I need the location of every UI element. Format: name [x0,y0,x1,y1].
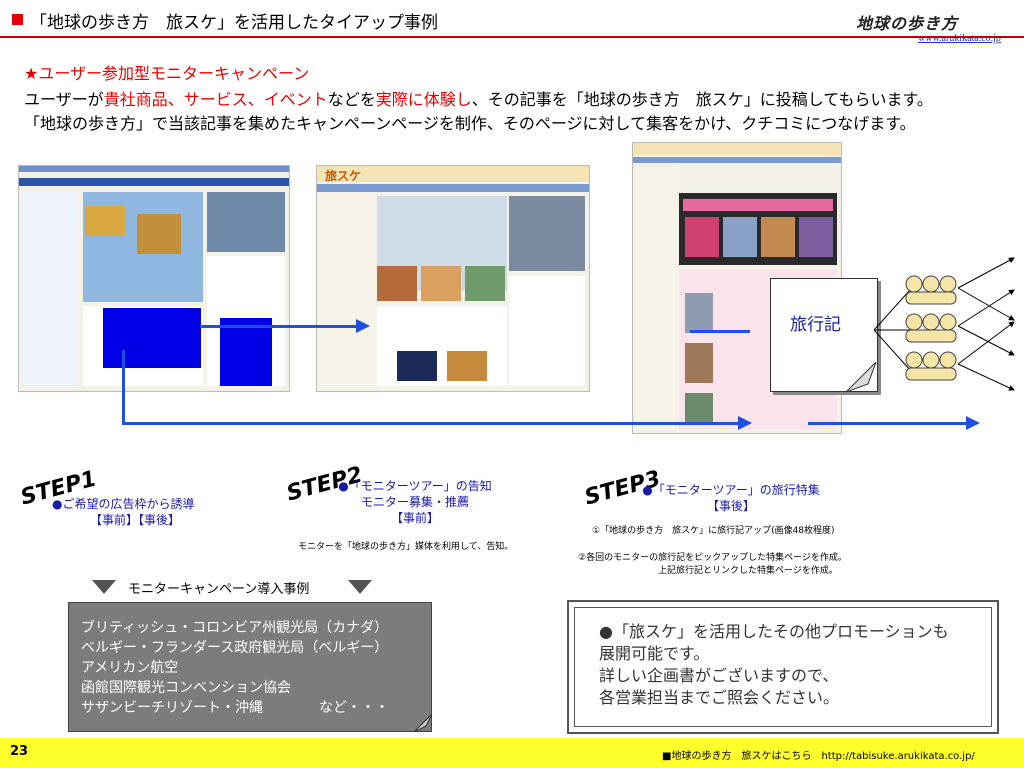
case-list-box: ブリティッシュ・コロンビア州観光局（カナダ） ベルギー・フランダース政府観光局（… [68,602,432,732]
tabisuke-top-screenshot: 旅スケ [316,165,590,392]
shot-nav [317,184,589,192]
step3-line1: ●「モニターツアー」の旅行特集 [642,483,820,497]
arrow-head-icon [356,319,370,333]
page-curl-icon [414,714,432,732]
shot-photo [685,217,719,257]
brand-url-link[interactable]: www.arukikata.co.jp [918,33,1001,44]
arrow-outward [808,422,970,425]
step3-text: ●「モニターツアー」の旅行特集 【事後】 [636,482,826,514]
case-item: ブリティッシュ・コロンビア州観光局（カナダ） [81,620,389,636]
arrow-vertical-connector [122,350,125,424]
shot-photo [685,343,713,383]
promo-line: 展開可能です。 [599,644,710,663]
step2-text: ●「モニターツアー」の告知 モニター募集・推薦 【事前】 [330,478,500,526]
desc-text: ユーザーが [24,90,104,109]
people-group-icon [905,275,957,305]
promotion-box: ●「旅スケ」を活用したその他プロモーションも 展開可能です。 詳しい企画書がござ… [567,600,999,734]
case-item: アメリカン航空 [81,660,179,676]
case-item: サザンビーチリゾート・沖縄 など・・・ [81,700,389,716]
shot-photo [207,192,285,252]
step3-line2: 【事後】 [706,499,755,513]
arrow-step1-to-step3 [122,422,742,425]
case-item: 函館国際観光コンベンション協会 [81,680,291,696]
shot-right-column [509,276,585,386]
shot-map-continent [137,214,181,254]
shot-sidebar [635,167,675,431]
shot-photo [509,196,585,271]
people-group-icon [905,351,957,381]
step3-note-1: ①「地球の歩き方 旅スケ」に旅行記アップ(画像48枚程度) [592,526,835,536]
word-of-mouth-arrows [957,257,1015,391]
step2-line2: モニター募集・推薦 [360,495,469,509]
page-number: 23 [10,744,29,759]
campaign-description-1: ユーザーが貴社商品、サービス、イベントなどを実際に体験し、その記事を「地球の歩き… [24,86,933,110]
people-group-icon [905,313,957,343]
promotion-inner-border: ●「旅スケ」を活用したその他プロモーションも 展開可能です。 詳しい企画書がござ… [574,607,992,727]
arrow-to-travelog [690,330,750,333]
shot-map-continent [85,206,125,236]
step3-note-2: ②各回のモニターの旅行記をピックアップした特集ページを作成。 [578,553,847,563]
shot-photo [465,266,505,301]
shot-photo [377,266,417,301]
arrow-head-icon [966,416,980,430]
shot-header [19,166,289,172]
shot-banner-title [683,199,833,211]
footer-tabisuke-link[interactable]: ■地球の歩き方 旅スケはこちら http://tabisuke.arukikat… [662,747,975,762]
step3-note-3: 上記旅行記とリンクした特集ページを作成。 [658,566,838,576]
page-curl-icon [846,362,876,392]
case-intro-label: モニターキャンペーン導入事例 [128,582,310,597]
shot-photo [799,217,833,257]
promo-line: 各営業担当までご照会ください。 [599,688,840,707]
travelog-label: 旅行記 [790,315,841,335]
ad-slot-highlight [103,308,201,368]
shot-photo [761,217,795,257]
shot-photo [685,293,713,333]
shot-header [633,143,841,155]
brand-logo: 地球の歩き方 [856,14,959,33]
shot-sidebar [319,196,375,386]
step1-line2: 【事前】【事後】 [90,513,181,527]
ad-slot-highlight [220,318,272,386]
arrow-step1-to-step2 [200,325,360,328]
shot-photo [397,351,437,381]
header-divider [0,36,1024,38]
step2-line1: ●「モニターツアー」の告知 [338,479,492,493]
step1-line1: ●ご希望の広告枠から誘導 [52,497,195,511]
campaign-title: ★ユーザー参加型モニターキャンペーン [24,64,310,83]
page-title: 「地球の歩き方 旅スケ」を活用したタイアップ事例 [30,13,438,33]
arrow-head-icon [738,416,752,430]
desc-highlight-experience: 実際に体験し [375,90,472,109]
step1-text: ●ご希望の広告枠から誘導 【事前】【事後】 [52,496,222,528]
title-square-icon [12,14,23,25]
down-triangle-icon [92,580,116,594]
promo-line: ●「旅スケ」を活用したその他プロモーションも [599,622,949,641]
shot-sidebar [23,192,77,387]
shot-photo [447,351,487,381]
desc-highlight-products: 貴社商品、サービス、イベント [103,90,328,109]
down-triangle-icon [348,580,372,594]
desc-text: 、その記事を「地球の歩き方 旅スケ」に投稿してもらいます。 [471,90,933,109]
shot-photo [685,393,713,423]
step2-line3: 【事前】 [390,511,439,525]
shot-logo: 旅スケ [325,169,362,183]
campaign-description-2: 「地球の歩き方」で当該記事を集めたキャンペーンページを制作、そのページに対して集… [24,114,916,133]
case-item: ベルギー・フランダース政府観光局（ベルギー） [81,640,389,656]
promo-line: 詳しい企画書がございますので、 [599,666,839,685]
desc-text: などを [327,90,376,109]
step2-note: モニターを「地球の歩き方」媒体を利用して、告知。 [298,542,514,552]
shot-nav [633,157,841,163]
shot-photo [723,217,757,257]
portal-site-screenshot [18,165,290,392]
shot-photo [421,266,461,301]
shot-nav [19,178,289,186]
